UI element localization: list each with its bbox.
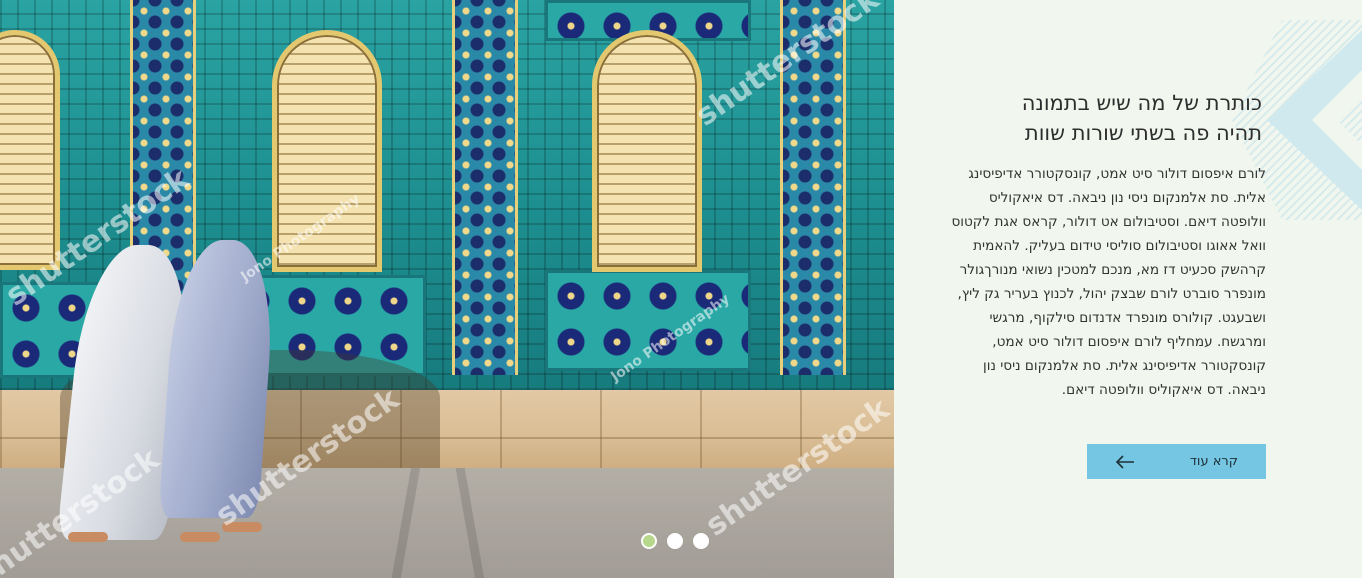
hero-image: shutterstock Jono Photography shuttersto… [0, 0, 894, 578]
feet [222, 522, 262, 532]
hero-paragraph: לורם איפסום דולור סיט אמט, קונסקטורר אדי… [951, 166, 1266, 398]
arched-window [592, 30, 702, 272]
read-more-button[interactable]: קרא עוד [1087, 444, 1266, 479]
slider-dot-2[interactable] [667, 533, 683, 549]
feet [68, 532, 108, 542]
arrow-left-icon [1115, 454, 1134, 469]
slider-dot-3[interactable] [693, 533, 709, 549]
read-more-label: קרא עוד [1189, 454, 1238, 469]
tile-panel [545, 270, 751, 371]
hero-title-line-2: תהיה פה בשתי שורות שוות [1024, 121, 1262, 145]
hero-title: כותרת של מה שיש בתמונה תהיה פה בשתי שורו… [962, 88, 1262, 148]
arched-window [272, 30, 382, 272]
feet [180, 532, 220, 542]
tile-column [452, 0, 518, 375]
slider-dots [641, 533, 709, 549]
content-panel: כותרת של מה שיש בתמונה תהיה פה בשתי שורו… [894, 0, 1362, 578]
slider-dot-1[interactable] [641, 533, 657, 549]
arched-window [0, 30, 60, 270]
tile-column [780, 0, 846, 375]
hero-title-line-1: כותרת של מה שיש בתמונה [1021, 91, 1262, 115]
